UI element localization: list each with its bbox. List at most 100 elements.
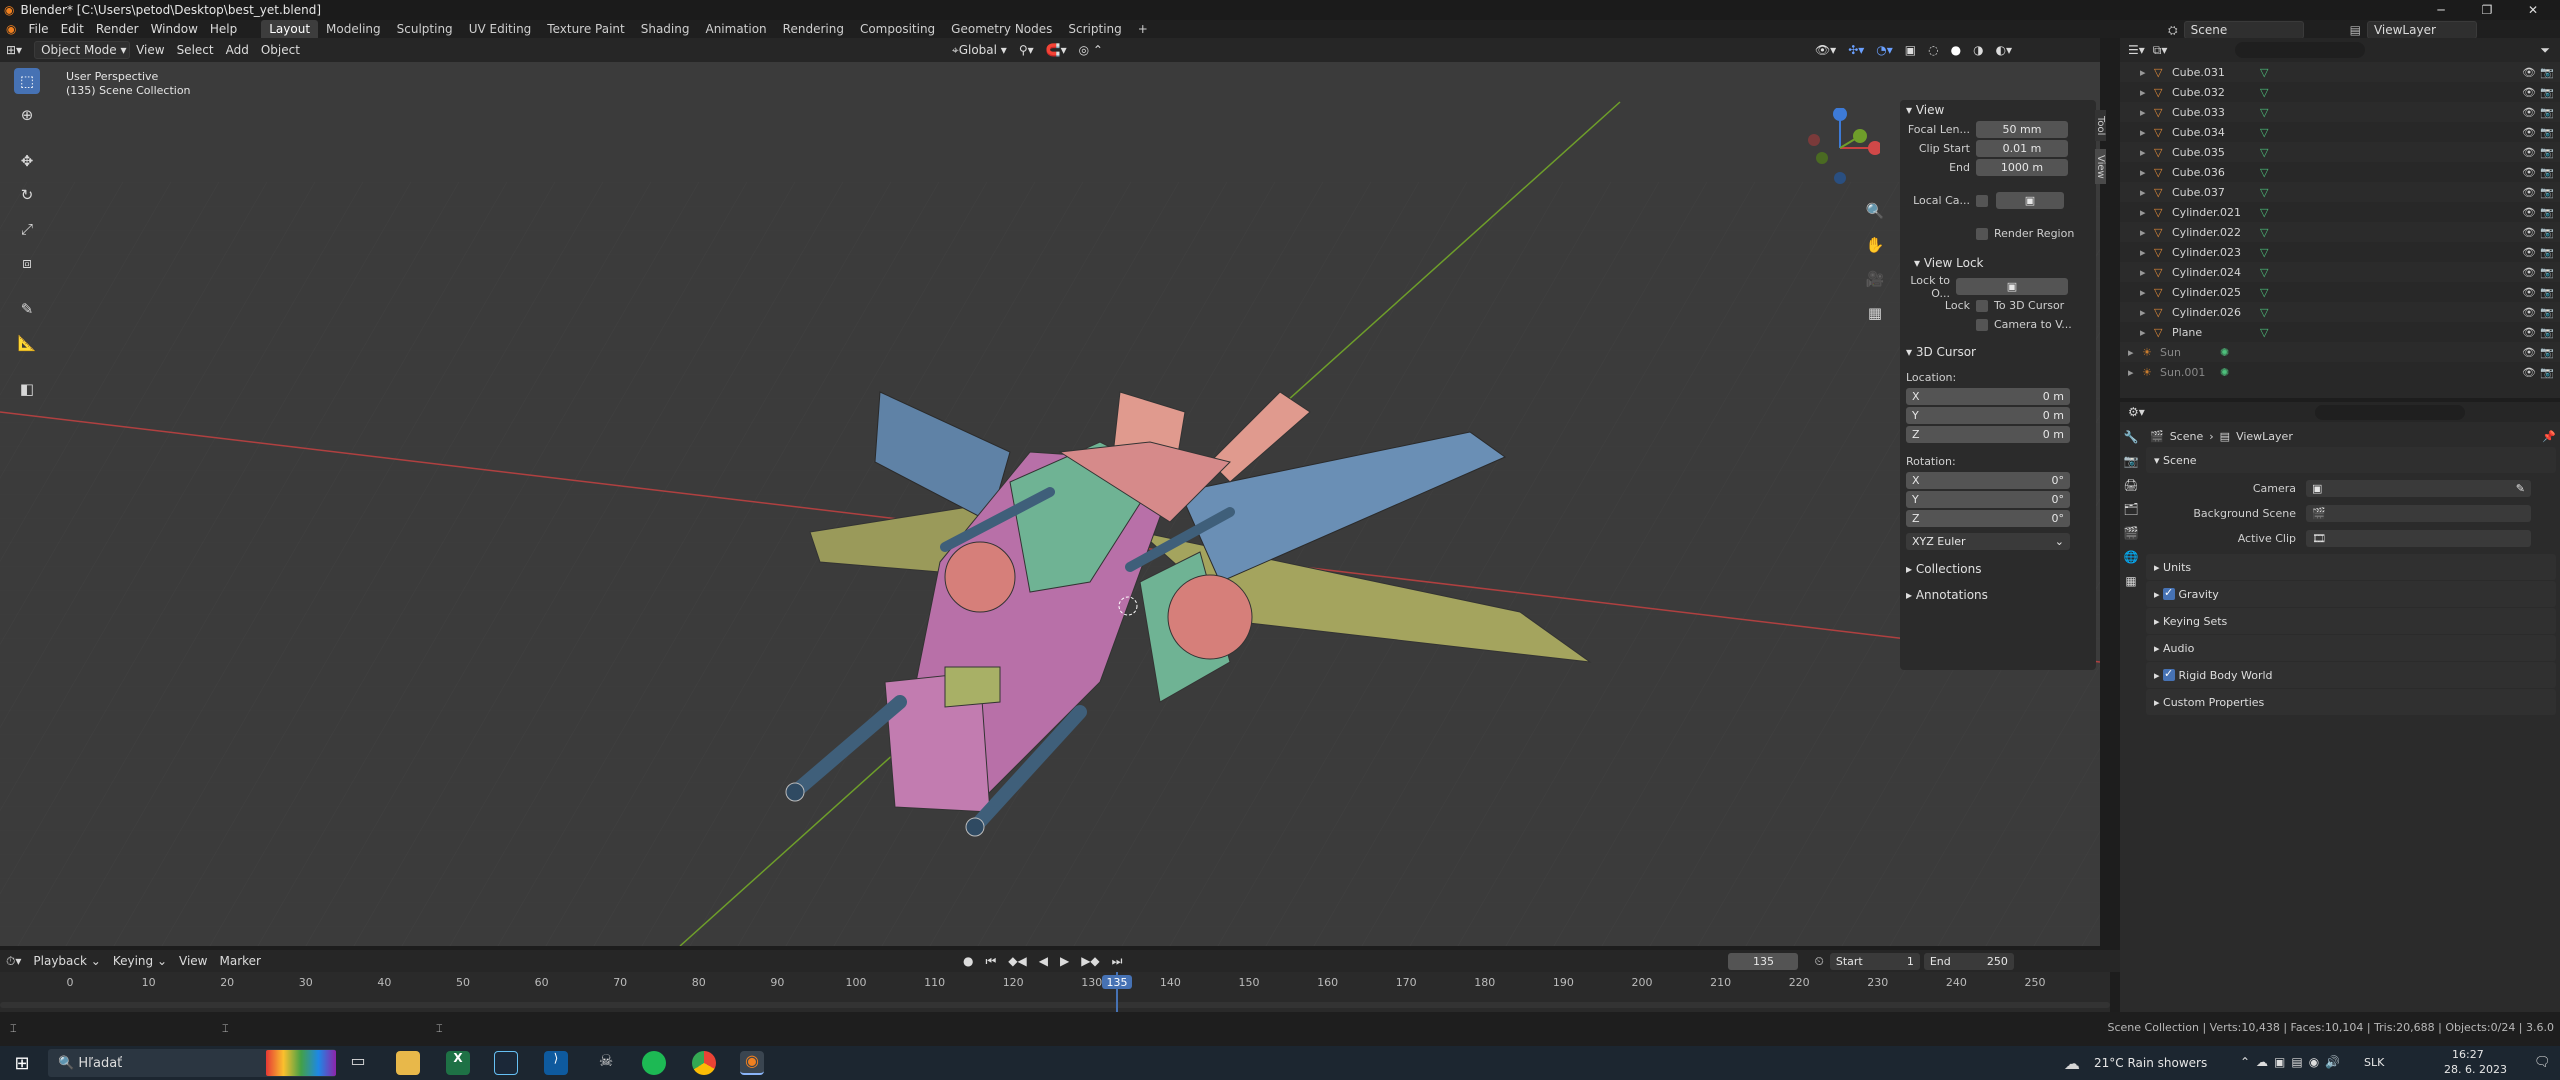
move-tool-icon[interactable]: ✥ xyxy=(14,148,40,174)
expand-arrow-icon[interactable]: ▸ xyxy=(2128,346,2134,359)
render-camera-icon[interactable]: 📷 xyxy=(2540,286,2554,299)
scene-section-header[interactable]: ▾ Scene xyxy=(2146,447,2556,473)
scene-selector[interactable]: Scene xyxy=(2183,21,2304,39)
annotations-panel-header[interactable]: ▸ Annotations xyxy=(1900,585,2080,605)
expand-arrow-icon[interactable]: ▸ xyxy=(2140,66,2146,79)
render-camera-icon[interactable]: 📷 xyxy=(2540,146,2554,159)
tab-animation[interactable]: Animation xyxy=(697,20,774,38)
pan-hand-icon[interactable]: ✋ xyxy=(1862,232,1888,258)
system-tray-icons[interactable]: ⌃☁▣▤◉🔊 xyxy=(2240,1055,2346,1069)
pivot-icon[interactable]: ⚲▾ xyxy=(1013,41,1040,59)
menu-object[interactable]: Object xyxy=(255,41,306,59)
rotation-mode-select[interactable]: XYZ Euler ⌄ xyxy=(1906,533,2070,550)
collections-panel-header[interactable]: ▸ Collections xyxy=(1900,559,2080,579)
start-frame-field[interactable]: Start 1 xyxy=(1829,952,1920,970)
zoom-icon[interactable]: 🔍 xyxy=(1862,198,1888,224)
add-workspace-icon[interactable]: + xyxy=(1130,20,1156,38)
units-section[interactable]: ▸ Units xyxy=(2146,554,2556,580)
excel-icon[interactable]: X xyxy=(446,1051,470,1075)
outliner-item[interactable]: ▸ ▽ Cube.032 ▽ 👁 📷 xyxy=(2120,82,2560,102)
outliner-item[interactable]: ▸ ☀ Sun.001 ✺ 👁 📷 xyxy=(2120,362,2560,382)
vscode-icon[interactable]: ⟩ xyxy=(544,1051,568,1075)
menu-window[interactable]: Window xyxy=(145,20,204,38)
expand-arrow-icon[interactable]: ▸ xyxy=(2140,146,2146,159)
visibility-eye-icon[interactable]: 👁 xyxy=(2522,106,2536,119)
view-panel-header[interactable]: ▾ View xyxy=(1900,100,2080,120)
jump-end-icon[interactable]: ⏭ xyxy=(1106,952,1129,970)
expand-arrow-icon[interactable]: ▸ xyxy=(2140,106,2146,119)
clock-date[interactable]: 28. 6. 2023 xyxy=(2444,1063,2507,1076)
keying-sets-section[interactable]: ▸ Keying Sets xyxy=(2146,608,2556,634)
outliner-editor-icon[interactable]: ☰▾ xyxy=(2128,43,2145,57)
shading-solid-icon[interactable]: ● xyxy=(1945,41,1967,59)
render-region-checkbox[interactable] xyxy=(1976,227,1988,240)
minimize-icon[interactable]: ─ xyxy=(2418,0,2464,20)
windows-start-icon[interactable]: ⊞ xyxy=(10,1051,34,1075)
timeline-ruler[interactable]: 0 10 20 30 40 50 60 70 80 90 100 110 120 130 140 150 160… xyxy=(0,972,2110,1012)
visibility-eye-icon[interactable]: 👁 xyxy=(2522,286,2536,299)
visibility-eye-icon[interactable]: 👁 xyxy=(2522,146,2536,159)
tab-rendering[interactable]: Rendering xyxy=(775,20,852,38)
menu-render[interactable]: Render xyxy=(90,20,145,38)
visibility-eye-icon[interactable]: 👁 xyxy=(2522,206,2536,219)
outliner-search-input[interactable] xyxy=(2235,42,2366,58)
outliner-item[interactable]: ▸ ▽ Cylinder.023 ▽ 👁 📷 xyxy=(2120,242,2560,262)
visibility-eye-icon[interactable]: 👁 xyxy=(2522,366,2536,379)
shading-rendered-icon[interactable]: ◐▾ xyxy=(1990,41,2019,59)
tab-compositing[interactable]: Compositing xyxy=(852,20,943,38)
scale-tool-icon[interactable]: ⤢ xyxy=(14,216,40,242)
render-camera-icon[interactable]: 📷 xyxy=(2540,226,2554,239)
outliner-item[interactable]: ▸ ☀ Sun ✺ 👁 📷 xyxy=(2120,342,2560,362)
background-scene-field[interactable]: 🎬 xyxy=(2306,505,2531,522)
render-camera-icon[interactable]: 📷 xyxy=(2540,366,2554,379)
cursor-tool-icon[interactable]: ⊕ xyxy=(14,102,40,128)
gizmo-icon[interactable]: ✣▾ xyxy=(1842,41,1870,59)
orientation-selector[interactable]: ⌖ Global ▾ xyxy=(946,41,1013,59)
blender-taskbar-icon[interactable]: ◉ xyxy=(740,1051,764,1075)
mode-selector[interactable]: Object Mode ▾ xyxy=(34,41,131,59)
task-view-icon[interactable]: ▭ xyxy=(346,1051,370,1075)
add-cube-tool-icon[interactable]: ◧ xyxy=(14,376,40,402)
expand-arrow-icon[interactable]: ▸ xyxy=(2128,366,2134,379)
outliner-item[interactable]: ▸ ▽ Cylinder.024 ▽ 👁 📷 xyxy=(2120,262,2560,282)
outliner-item[interactable]: ▸ ▽ Cube.033 ▽ 👁 📷 xyxy=(2120,102,2560,122)
render-camera-icon[interactable]: 📷 xyxy=(2540,266,2554,279)
visibility-eye-icon[interactable]: 👁 xyxy=(2522,226,2536,239)
gravity-section[interactable]: ▸ Gravity xyxy=(2146,581,2556,607)
chrome-icon[interactable] xyxy=(692,1051,716,1075)
expand-arrow-icon[interactable]: ▸ xyxy=(2140,326,2146,339)
expand-arrow-icon[interactable]: ▸ xyxy=(2140,186,2146,199)
expand-arrow-icon[interactable]: ▸ xyxy=(2140,166,2146,179)
tab-layout[interactable]: Layout xyxy=(261,20,319,38)
texture-tab-icon[interactable]: ▦ xyxy=(2125,574,2136,588)
proportional-edit-icon[interactable]: ◎ ⌃ xyxy=(1073,41,1109,59)
shading-material-icon[interactable]: ◑ xyxy=(1967,41,1989,59)
world-tab-icon[interactable]: 🌐 xyxy=(2124,550,2139,564)
menu-view[interactable]: View xyxy=(130,41,170,59)
clip-end-field[interactable]: 1000 m xyxy=(1976,159,2068,176)
notifications-icon[interactable]: 🗨 xyxy=(2534,1055,2551,1070)
viewlayer-selector[interactable]: ViewLayer xyxy=(2366,21,2477,39)
prev-key-icon[interactable]: ◆◀ xyxy=(1002,952,1032,970)
menu-add[interactable]: Add xyxy=(220,41,255,59)
tab-shading[interactable]: Shading xyxy=(633,20,698,38)
snap-icon[interactable]: 🧲▾ xyxy=(1040,41,1073,59)
cursor-rot-y-field[interactable]: Y 0° xyxy=(1906,491,2070,508)
steam-icon[interactable] xyxy=(494,1051,518,1075)
focal-length-field[interactable]: 50 mm xyxy=(1976,121,2068,138)
tab-tool[interactable]: Tool xyxy=(2095,110,2106,142)
blender-menu-icon[interactable]: ◉ xyxy=(0,20,22,38)
view-lock-header[interactable]: ▾ View Lock xyxy=(1900,253,2080,273)
scene-tab-icon[interactable]: 🎬 xyxy=(2123,526,2139,540)
weather-text[interactable]: 21°C Rain showers xyxy=(2094,1056,2207,1070)
viewlayer-tab-icon[interactable]: 🗂 xyxy=(2123,502,2138,516)
playhead-marker[interactable]: 135 xyxy=(1102,975,1132,989)
properties-editor-icon[interactable]: ⚙▾ xyxy=(2128,405,2145,419)
render-camera-icon[interactable]: 📷 xyxy=(2540,346,2554,359)
expand-arrow-icon[interactable]: ▸ xyxy=(2140,286,2146,299)
camera-to-view-checkbox[interactable] xyxy=(1976,318,1988,331)
cursor-rot-z-field[interactable]: Z 0° xyxy=(1906,510,2070,527)
tool-tab-icon[interactable]: 🔧 xyxy=(2124,430,2139,444)
outliner-item[interactable]: ▸ ▽ Cylinder.025 ▽ 👁 📷 xyxy=(2120,282,2560,302)
menu-edit[interactable]: Edit xyxy=(55,20,90,38)
